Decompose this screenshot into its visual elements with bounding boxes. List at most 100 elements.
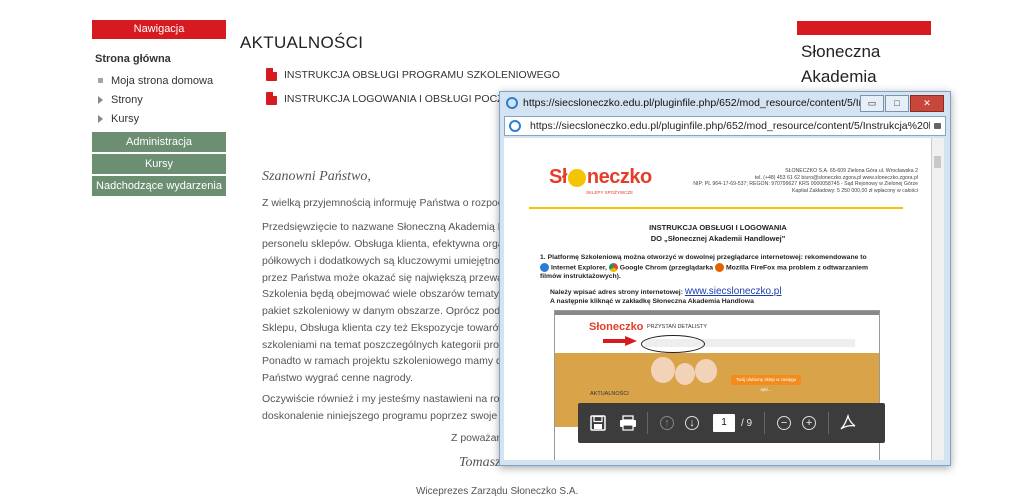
pdf-toolbar: ↑ ↓ 1 / 9 − + — [578, 403, 885, 443]
maximize-button[interactable]: □ — [885, 95, 909, 112]
nav-home-link[interactable]: Strona główna — [95, 53, 226, 65]
paragraph-1: Z wielką przyjemnością informuję Państwa… — [262, 195, 502, 212]
paragraph-line: personelu sklepów. Obsługa klienta, efek… — [262, 238, 502, 250]
paragraph-2: Przedsięwzięcie to nazwane Słoneczną Aka… — [262, 219, 502, 287]
nav-item-label: Kursy — [111, 112, 140, 125]
doc-link-label: INSTRUKCJA LOGOWANIA I OBSŁUGI POCZTY — [284, 92, 517, 105]
address-url: https://siecsloneczko.edu.pl/pluginfile.… — [530, 120, 930, 132]
paragraph-line: doskonalenie niniejszego programu poprze… — [262, 410, 502, 422]
paragraph-line: Z wielką przyjemnością informuję Państwa… — [262, 197, 502, 209]
expand-arrow-icon — [98, 114, 103, 123]
highlight-ellipse — [641, 335, 705, 353]
vertical-scrollbar[interactable] — [931, 138, 944, 460]
pdf-next-step: A następnie kliknąć w zakładkę Słoneczna… — [550, 298, 754, 305]
person-photo — [651, 357, 675, 383]
nav-item-label: Strony — [111, 93, 143, 106]
block-administration[interactable]: Administracja — [92, 132, 226, 152]
pdf-url-link[interactable]: www.siecsloneczko.pl — [685, 286, 782, 297]
doc-link-training-manual[interactable]: INSTRUKCJA OBSŁUGI PROGRAMU SZKOLENIOWEG… — [266, 68, 560, 81]
toolbar-separator — [764, 412, 766, 434]
screenshot-menu: PRZYSTAŃ DETALISTY — [647, 324, 708, 330]
pdf-step-1: 1. Platformę Szkoleniową można otworzyć … — [540, 253, 910, 282]
screenshot-cta: Twój ulubiony sklep w zasięgu ręki... — [731, 375, 801, 392]
pdf-subheading: DO „Słonecznej Akademii Handlowej" — [650, 234, 786, 243]
previous-page-icon[interactable]: ↑ — [657, 413, 677, 433]
header-divider — [529, 207, 903, 209]
step-text: Mozilla FireFox ma problem z odtwarzanie… — [725, 263, 868, 271]
block-upcoming-events[interactable]: Nadchodzące wydarzenia — [92, 176, 226, 196]
window-controls: ▭ □ ✕ — [859, 95, 944, 112]
nav-item-courses[interactable]: Kursy — [95, 109, 226, 128]
paragraph-5: Oczywiście również i my jesteśmy nastawi… — [262, 391, 502, 425]
right-title-line: Słoneczna — [801, 42, 881, 61]
right-block-title: Słoneczna Akademia — [797, 35, 931, 89]
chrome-icon — [608, 262, 618, 272]
step-text: Internet Explorer, — [551, 263, 607, 271]
screenshot-section: AKTUALNOŚCI — [590, 391, 629, 397]
step-text: Google Chrom (przeglądarka — [619, 263, 714, 271]
company-line: Kapitał Zakładowy: 5 250 000,00 zł wpłac… — [791, 187, 918, 194]
toolbar-separator — [647, 412, 648, 434]
window-title: https://siecsloneczko.edu.pl/pluginfile.… — [523, 97, 891, 109]
doc-link-login-manual[interactable]: INSTRUKCJA LOGOWANIA I OBSŁUGI POCZTY — [266, 92, 517, 105]
page-title: AKTUALNOŚCI — [240, 33, 364, 52]
right-title-line: Akademia — [801, 67, 877, 86]
address-bar[interactable]: https://siecsloneczko.edu.pl/pluginfile.… — [504, 116, 946, 136]
right-block: Słoneczna Akademia — [797, 21, 931, 89]
paragraph-3: Szkolenia będą obejmować wiele obszarów … — [262, 286, 502, 354]
nav-item-my-home[interactable]: Moja strona domowa — [95, 71, 226, 90]
block-courses[interactable]: Kursy — [92, 154, 226, 174]
pdf-url-line: Należy wpisać adres strony internetowej:… — [550, 286, 782, 297]
red-arrow-icon — [603, 336, 637, 346]
screenshot-topbar — [555, 311, 879, 315]
pdf-icon — [266, 92, 277, 105]
page-total: / 9 — [741, 417, 753, 429]
company-info: SŁONECZKO S.A. 65-609 Zielona Góra ul. W… — [693, 168, 918, 194]
paragraph-4: Ponadto w ramach projektu szkoleniowego … — [262, 353, 502, 387]
company-line: NIP: PL 964-17-69-537; REGON: 970799627 … — [693, 181, 918, 187]
doc-link-label: INSTRUKCJA OBSŁUGI PROGRAMU SZKOLENIOWEG… — [284, 68, 560, 81]
pdf-heading: INSTRUKCJA OBSŁUGI I LOGOWANIA — [649, 223, 787, 232]
paragraph-line: półkowych i dodatkowych są kluczowymi um… — [262, 255, 502, 267]
paragraph-line: pakiet szkoleniowy w danym obszarze. Opr… — [262, 305, 502, 317]
company-logo: Sł neczko — [549, 166, 652, 189]
logo-text: Sł — [549, 166, 567, 188]
url-label: Należy wpisać adres strony internetowej: — [550, 289, 683, 296]
minimize-button[interactable]: ▭ — [860, 95, 884, 112]
nav-item-label: Moja strona domowa — [111, 74, 214, 87]
paragraph-line: Oczywiście również i my jesteśmy nastawi… — [262, 393, 502, 405]
zoom-out-icon[interactable]: − — [774, 413, 794, 433]
browser-icon — [506, 97, 518, 109]
print-icon[interactable] — [618, 413, 638, 433]
greeting: Szanowni Państwo, — [262, 169, 371, 184]
paragraph-line: Przedsięwzięcie to nazwane Słoneczną Aka… — [262, 221, 502, 233]
step-text: Platformę Szkoleniową można otworzyć w d… — [547, 254, 867, 261]
person-photo — [695, 359, 717, 383]
page-number-input[interactable]: 1 — [713, 414, 735, 432]
paragraph-line: Sklepu, Obsługa klienta czy też Ekspozyc… — [262, 322, 502, 334]
save-icon[interactable] — [588, 413, 608, 433]
lock-icon — [934, 123, 941, 129]
toolbar-separator — [828, 412, 830, 434]
zoom-in-icon[interactable]: + — [799, 413, 819, 433]
paragraph-line: Państwo wygrać cenne nagrody. — [262, 372, 413, 384]
step-text: filmów instruktażowych). — [540, 273, 621, 281]
sun-icon — [567, 168, 586, 187]
right-block-header — [797, 21, 931, 35]
paragraph-line: Ponadto w ramach projektu szkoleniowego … — [262, 355, 502, 367]
person-photo — [675, 363, 695, 385]
nav-item-pages[interactable]: Strony — [95, 90, 226, 109]
adobe-acrobat-icon[interactable] — [838, 413, 858, 433]
bullet-icon — [98, 78, 103, 83]
paragraph-line: przez Państwa może okazać się największą… — [262, 272, 502, 284]
signature-role: Wiceprezes Zarządu Słoneczko S.A. — [416, 486, 579, 497]
scrollbar-thumb[interactable] — [934, 156, 941, 168]
pdf-icon — [266, 68, 277, 81]
step-number: 1. — [540, 254, 546, 261]
close-button[interactable]: ✕ — [910, 95, 944, 112]
firefox-icon — [714, 262, 724, 272]
closing-regards: Z poważan — [451, 432, 503, 444]
next-page-icon[interactable]: ↓ — [682, 413, 702, 433]
logo-text: neczko — [586, 166, 652, 188]
logo-subtitle: SKLEPY SPOŻYWCZE — [586, 190, 634, 195]
